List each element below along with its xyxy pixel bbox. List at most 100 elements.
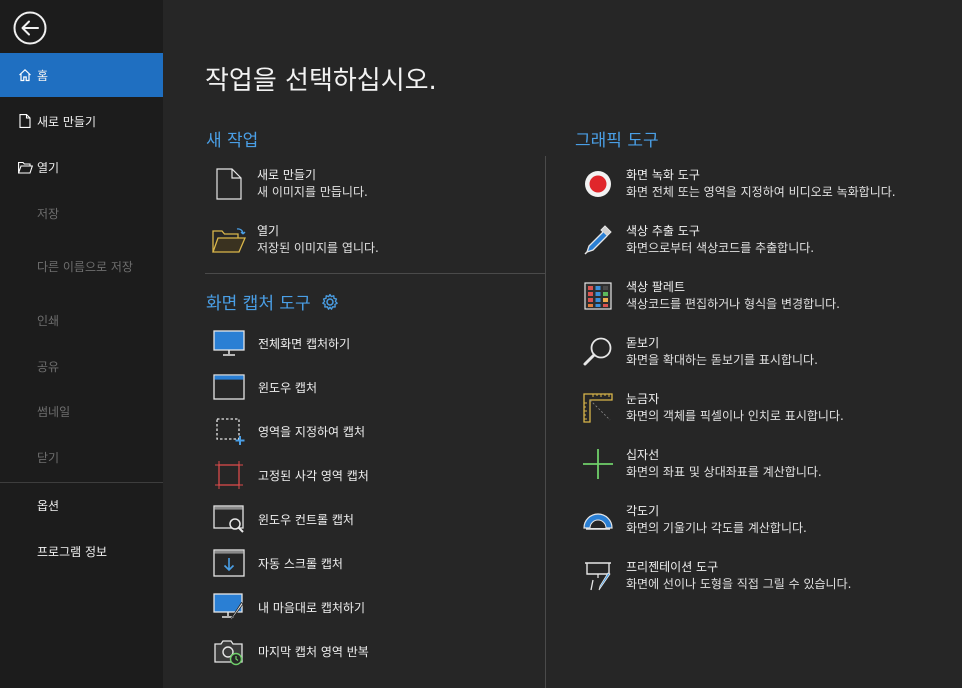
sidebar-item-label: 홈 xyxy=(37,68,49,83)
task-open[interactable]: 열기 저장된 이미지를 엽니다. xyxy=(212,223,379,257)
capture-window[interactable]: 윈도우 캡처 xyxy=(212,372,317,402)
task-name: 돋보기 xyxy=(626,336,660,350)
task-name: 각도기 xyxy=(626,504,660,518)
task-new[interactable]: 새로 만들기 새 이미지를 만듭니다. xyxy=(212,167,368,201)
sidebar-item-label: 열기 xyxy=(37,160,60,175)
task-name: 눈금자 xyxy=(626,392,660,406)
sidebar-item-home[interactable]: 홈 xyxy=(0,53,163,97)
sidebar-item-label: 새로 만들기 xyxy=(37,114,97,129)
task-desc: 저장된 이미지를 엽니다. xyxy=(257,241,379,255)
open-folder-icon xyxy=(17,159,33,175)
task-desc: 화면에 선이나 도형을 직접 그릴 수 있습니다. xyxy=(626,577,852,591)
section-divider xyxy=(205,273,545,274)
graphic-color-palette[interactable]: 색상 팔레트 색상코드를 편집하거나 형식을 변경합니다. xyxy=(581,279,840,313)
protractor-icon xyxy=(581,503,615,537)
task-name: 색상 팔레트 xyxy=(626,280,686,294)
task-desc: 화면의 객체를 픽셀이나 인치로 표시합니다. xyxy=(626,409,844,423)
capture-label: 윈도우 컨트롤 캡처 xyxy=(258,512,354,527)
back-arrow-icon xyxy=(13,11,47,45)
capture-window-control[interactable]: 윈도우 컨트롤 캡처 xyxy=(212,504,354,534)
sidebar-item-label: 저장 xyxy=(37,206,60,221)
page-title: 작업을 선택하십시오. xyxy=(205,66,437,96)
capture-label: 고정된 사각 영역 캡처 xyxy=(258,468,369,483)
record-icon xyxy=(581,167,615,201)
freehand-capture-icon xyxy=(212,592,246,622)
capture-fixed-rect[interactable]: 고정된 사각 영역 캡처 xyxy=(212,460,369,490)
eyedropper-icon xyxy=(581,223,615,257)
capture-fullscreen[interactable]: 전체화면 캡처하기 xyxy=(212,328,350,358)
window-control-icon xyxy=(212,504,246,534)
crosshair-icon xyxy=(581,447,615,481)
open-folder-icon xyxy=(212,223,246,257)
scroll-capture-icon xyxy=(212,548,246,578)
task-desc: 화면으로부터 색상코드를 추출합니다. xyxy=(626,241,815,255)
home-icon xyxy=(17,67,33,83)
sidebar-item-label: 다른 이름으로 저장 xyxy=(37,259,133,274)
capture-label: 윈도우 캡처 xyxy=(258,380,318,395)
graphic-ruler[interactable]: 눈금자 화면의 객체를 픽셀이나 인치로 표시합니다. xyxy=(581,391,844,425)
task-desc: 화면의 좌표 및 상대좌표를 계산합니다. xyxy=(626,465,822,479)
sidebar-item-about[interactable]: 프로그램 정보 xyxy=(0,529,163,573)
task-name: 색상 추출 도구 xyxy=(626,224,700,238)
task-desc: 화면 전체 또는 영역을 지정하여 비디오로 녹화합니다. xyxy=(626,185,896,199)
sidebar-item-save[interactable]: 저장 xyxy=(0,191,163,235)
section-heading: 그래픽 도구 xyxy=(575,131,659,151)
presentation-icon xyxy=(581,559,615,593)
task-name: 화면 녹화 도구 xyxy=(626,168,700,182)
section-heading: 새 작업 xyxy=(206,131,259,151)
gear-icon[interactable] xyxy=(321,293,339,311)
sidebar-item-share[interactable]: 공유 xyxy=(0,344,163,388)
sidebar-item-open[interactable]: 열기 xyxy=(0,145,163,189)
section-title-new-task: 새 작업 xyxy=(206,126,258,151)
sidebar-item-save-as[interactable]: 다른 이름으로 저장 xyxy=(0,244,163,288)
task-name: 십자선 xyxy=(626,448,660,462)
graphic-crosshair[interactable]: 십자선 화면의 좌표 및 상대좌표를 계산합니다. xyxy=(581,447,822,481)
region-select-icon xyxy=(212,416,246,446)
new-file-icon xyxy=(212,167,246,201)
section-title-capture: 화면 캡처 도구 xyxy=(206,289,339,314)
capture-label: 자동 스크롤 캡처 xyxy=(258,556,343,571)
sidebar-item-label: 공유 xyxy=(37,359,60,374)
graphic-screen-record[interactable]: 화면 녹화 도구 화면 전체 또는 영역을 지정하여 비디오로 녹화합니다. xyxy=(581,167,896,201)
fixed-rect-icon xyxy=(212,460,246,490)
capture-label: 전체화면 캡처하기 xyxy=(258,336,351,351)
capture-label: 마지막 캡처 영역 반복 xyxy=(258,644,369,659)
task-desc: 새 이미지를 만듭니다. xyxy=(257,185,368,199)
graphic-color-picker[interactable]: 색상 추출 도구 화면으로부터 색상코드를 추출합니다. xyxy=(581,223,814,257)
sidebar-item-options[interactable]: 옵션 xyxy=(0,483,163,527)
task-name: 프리젠테이션 도구 xyxy=(626,560,719,574)
sidebar-item-label: 썸네일 xyxy=(37,404,71,419)
ruler-icon xyxy=(581,391,615,425)
capture-label: 영역을 지정하여 캡처 xyxy=(258,424,365,439)
task-desc: 화면의 기울기나 각도를 계산합니다. xyxy=(626,521,807,535)
task-name: 열기 xyxy=(257,224,280,238)
sidebar: 홈 새로 만들기 열기 저장 다른 이름으로 저장 인쇄 공유 썸네일 닫기 옵… xyxy=(0,0,163,688)
sidebar-item-print[interactable]: 인쇄 xyxy=(0,298,163,342)
palette-icon xyxy=(581,279,615,313)
sidebar-item-label: 인쇄 xyxy=(37,313,60,328)
task-desc: 색상코드를 편집하거나 형식을 변경합니다. xyxy=(626,297,840,311)
sidebar-item-thumbnail[interactable]: 썸네일 xyxy=(0,389,163,433)
sidebar-item-label: 닫기 xyxy=(37,450,60,465)
capture-region[interactable]: 영역을 지정하여 캡처 xyxy=(212,416,365,446)
sidebar-item-label: 옵션 xyxy=(37,498,60,513)
back-button[interactable] xyxy=(13,11,47,45)
capture-repeat-last[interactable]: 마지막 캡처 영역 반복 xyxy=(212,636,369,666)
task-desc: 화면을 확대하는 돋보기를 표시합니다. xyxy=(626,353,818,367)
section-heading: 화면 캡처 도구 xyxy=(206,294,311,314)
graphic-protractor[interactable]: 각도기 화면의 기울기나 각도를 계산합니다. xyxy=(581,503,807,537)
column-divider xyxy=(545,156,546,688)
sidebar-item-close[interactable]: 닫기 xyxy=(0,435,163,479)
graphic-presentation[interactable]: 프리젠테이션 도구 화면에 선이나 도형을 직접 그릴 수 있습니다. xyxy=(581,559,851,593)
window-icon xyxy=(212,372,246,402)
monitor-icon xyxy=(212,328,246,358)
graphic-magnifier[interactable]: 돋보기 화면을 확대하는 돋보기를 표시합니다. xyxy=(581,335,818,369)
capture-freehand[interactable]: 내 마음대로 캡처하기 xyxy=(212,592,365,622)
capture-label: 내 마음대로 캡처하기 xyxy=(258,600,365,615)
new-file-icon xyxy=(17,113,33,129)
section-title-graphic: 그래픽 도구 xyxy=(575,126,659,151)
sidebar-item-new[interactable]: 새로 만들기 xyxy=(0,99,163,143)
sidebar-item-label: 프로그램 정보 xyxy=(37,544,108,559)
task-name: 새로 만들기 xyxy=(257,168,317,182)
capture-auto-scroll[interactable]: 자동 스크롤 캡처 xyxy=(212,548,343,578)
